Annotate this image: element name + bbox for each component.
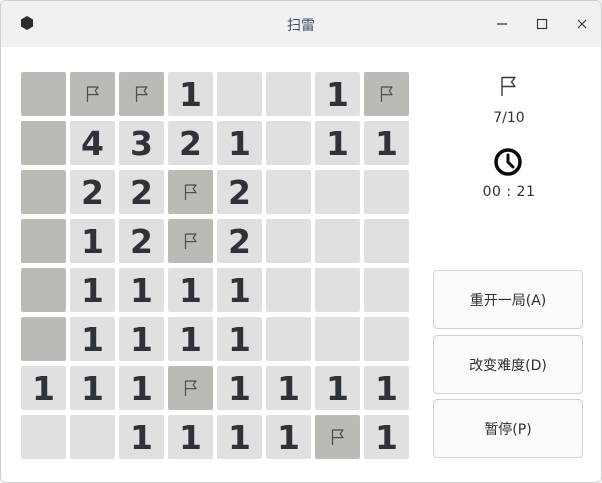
number-cell[interactable]: 1 bbox=[119, 415, 164, 459]
flag-icon bbox=[501, 76, 516, 96]
title-bar: 扫雷 bbox=[1, 1, 601, 47]
number-cell[interactable]: 1 bbox=[168, 72, 213, 116]
number-cell[interactable]: 1 bbox=[168, 268, 213, 312]
empty-cell[interactable] bbox=[266, 268, 311, 312]
flag-icon bbox=[184, 380, 197, 396]
number-cell[interactable]: 1 bbox=[70, 317, 115, 361]
number-cell[interactable]: 1 bbox=[70, 268, 115, 312]
empty-cell[interactable] bbox=[266, 170, 311, 214]
close-button[interactable] bbox=[571, 14, 593, 34]
empty-cell[interactable] bbox=[266, 121, 311, 165]
number-cell[interactable]: 1 bbox=[364, 366, 409, 410]
number-cell[interactable]: 2 bbox=[217, 219, 262, 263]
covered-cell[interactable] bbox=[21, 170, 66, 214]
empty-cell[interactable] bbox=[266, 317, 311, 361]
mine-counter: 7/10 bbox=[493, 110, 525, 126]
clock-icon bbox=[494, 148, 522, 176]
minesweeper-window: 扫雷 1143211122212211111111111111111111 7/… bbox=[0, 0, 602, 483]
empty-cell[interactable] bbox=[70, 415, 115, 459]
minimize-icon bbox=[497, 23, 507, 25]
number-cell[interactable]: 1 bbox=[168, 415, 213, 459]
flagged-cell[interactable] bbox=[168, 219, 213, 263]
empty-cell[interactable] bbox=[315, 219, 360, 263]
covered-cell[interactable] bbox=[21, 219, 66, 263]
covered-cell[interactable] bbox=[21, 121, 66, 165]
empty-cell[interactable] bbox=[315, 317, 360, 361]
minimize-button[interactable] bbox=[491, 14, 513, 34]
empty-cell[interactable] bbox=[266, 219, 311, 263]
number-cell[interactable]: 1 bbox=[70, 219, 115, 263]
number-cell[interactable]: 1 bbox=[364, 121, 409, 165]
number-cell[interactable]: 1 bbox=[217, 366, 262, 410]
empty-cell[interactable] bbox=[266, 72, 311, 116]
flagged-cell[interactable] bbox=[70, 72, 115, 116]
number-cell[interactable]: 1 bbox=[364, 415, 409, 459]
flagged-cell[interactable] bbox=[119, 72, 164, 116]
number-cell[interactable]: 1 bbox=[217, 268, 262, 312]
close-icon bbox=[577, 19, 587, 29]
change-difficulty-button[interactable]: 改变难度(D) bbox=[433, 335, 583, 394]
number-cell[interactable]: 1 bbox=[70, 366, 115, 410]
number-cell[interactable]: 1 bbox=[315, 72, 360, 116]
number-cell[interactable]: 1 bbox=[266, 366, 311, 410]
pause-button[interactable]: 暂停(P) bbox=[433, 399, 583, 458]
maximize-button[interactable] bbox=[531, 14, 553, 34]
empty-cell[interactable] bbox=[364, 317, 409, 361]
number-cell[interactable]: 1 bbox=[119, 366, 164, 410]
number-cell[interactable]: 1 bbox=[217, 121, 262, 165]
number-cell[interactable]: 1 bbox=[315, 366, 360, 410]
flag-icon bbox=[184, 233, 197, 249]
flag-icon bbox=[331, 429, 344, 445]
flagged-cell[interactable] bbox=[315, 415, 360, 459]
number-cell[interactable]: 1 bbox=[315, 121, 360, 165]
empty-cell[interactable] bbox=[364, 170, 409, 214]
flagged-cell[interactable] bbox=[168, 366, 213, 410]
covered-cell[interactable] bbox=[21, 268, 66, 312]
restart-button[interactable]: 重开一局(A) bbox=[433, 270, 583, 329]
number-cell[interactable]: 2 bbox=[217, 170, 262, 214]
number-cell[interactable]: 2 bbox=[119, 219, 164, 263]
flag-icon bbox=[380, 86, 393, 102]
number-cell[interactable]: 1 bbox=[21, 366, 66, 410]
number-cell[interactable]: 1 bbox=[119, 268, 164, 312]
number-cell[interactable]: 2 bbox=[70, 170, 115, 214]
empty-cell[interactable] bbox=[364, 268, 409, 312]
flagged-cell[interactable] bbox=[168, 170, 213, 214]
game-timer: 00 : 21 bbox=[482, 184, 536, 200]
number-cell[interactable]: 1 bbox=[168, 317, 213, 361]
flagged-cell[interactable] bbox=[364, 72, 409, 116]
empty-cell[interactable] bbox=[315, 170, 360, 214]
empty-cell[interactable] bbox=[315, 268, 360, 312]
number-cell[interactable]: 1 bbox=[119, 317, 164, 361]
number-cell[interactable]: 2 bbox=[119, 170, 164, 214]
number-cell[interactable]: 3 bbox=[119, 121, 164, 165]
flag-icon bbox=[184, 184, 197, 200]
number-cell[interactable]: 2 bbox=[168, 121, 213, 165]
empty-cell[interactable] bbox=[217, 72, 262, 116]
empty-cell[interactable] bbox=[364, 219, 409, 263]
covered-cell[interactable] bbox=[21, 72, 66, 116]
maximize-icon bbox=[536, 18, 548, 30]
flag-icon bbox=[135, 86, 148, 102]
empty-cell[interactable] bbox=[21, 415, 66, 459]
number-cell[interactable]: 1 bbox=[217, 317, 262, 361]
number-cell[interactable]: 1 bbox=[217, 415, 262, 459]
number-cell[interactable]: 1 bbox=[266, 415, 311, 459]
covered-cell[interactable] bbox=[21, 317, 66, 361]
flag-icon bbox=[86, 86, 99, 102]
number-cell[interactable]: 4 bbox=[70, 121, 115, 165]
